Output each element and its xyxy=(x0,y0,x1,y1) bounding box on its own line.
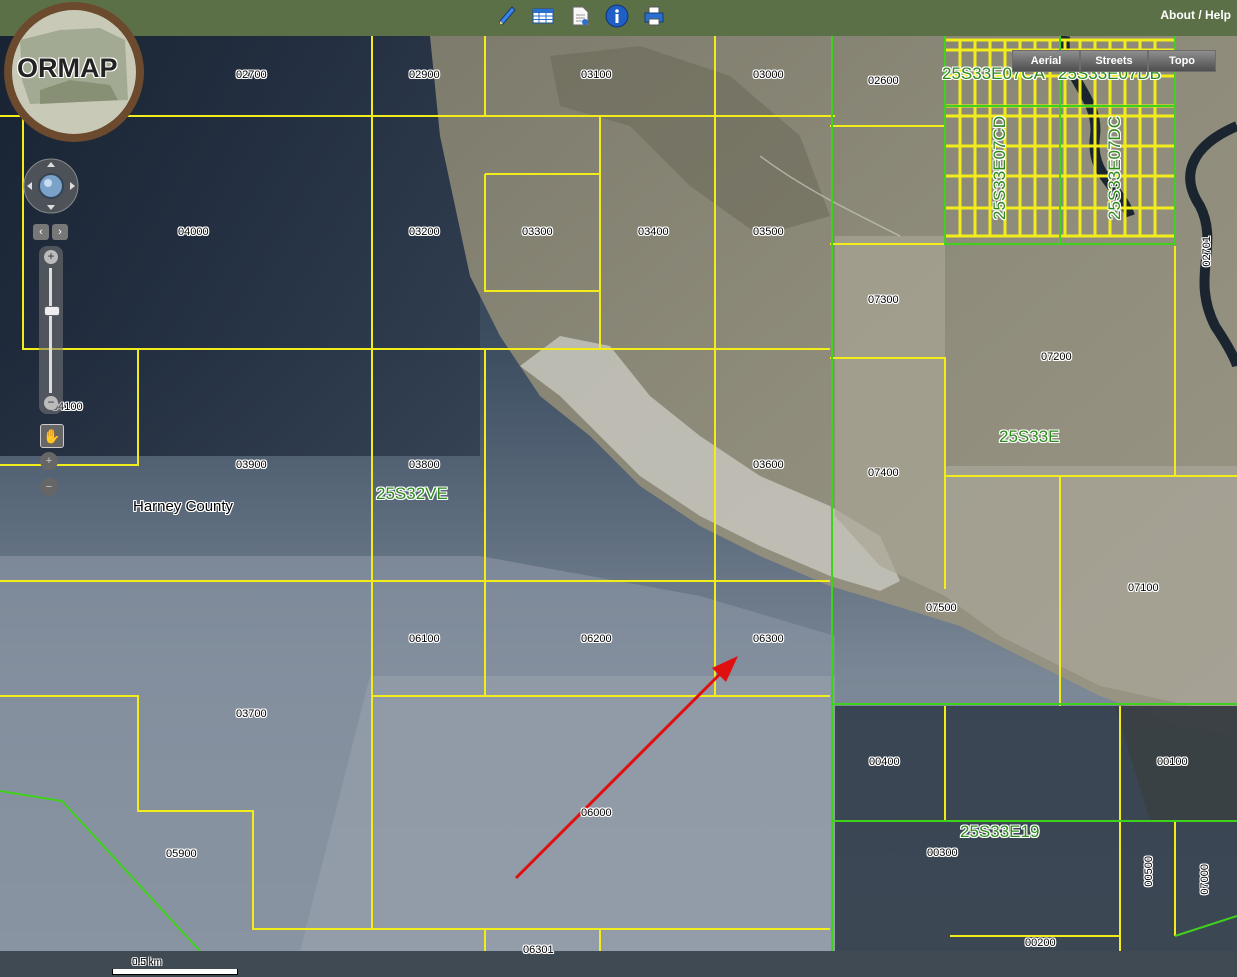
parcel-label[interactable]: 03900 xyxy=(236,459,267,471)
parcel-label[interactable]: 00200 xyxy=(1025,937,1056,949)
topo-button[interactable]: Topo xyxy=(1148,50,1216,72)
pan-hand-icon[interactable]: ✋ xyxy=(40,424,64,448)
streets-button[interactable]: Streets xyxy=(1080,50,1148,72)
parcel-label[interactable]: 04000 xyxy=(178,226,209,238)
top-toolbar: About / Help xyxy=(0,0,1237,36)
parcel-label[interactable]: 02600 xyxy=(868,75,899,87)
parcel-label[interactable]: 03500 xyxy=(753,226,784,238)
parcel-label[interactable]: 03700 xyxy=(236,708,267,720)
parcel-label[interactable]: 06100 xyxy=(409,633,440,645)
basemap-switcher: Aerial Streets Topo xyxy=(1012,50,1216,72)
parcel-label[interactable]: 03800 xyxy=(409,459,440,471)
aerial-button[interactable]: Aerial xyxy=(1012,50,1080,72)
parcel-label[interactable]: 07200 xyxy=(1041,351,1072,363)
zoom-in-button[interactable]: + xyxy=(44,250,58,264)
parcel-label[interactable]: 07100 xyxy=(1128,582,1159,594)
county-label: Harney County xyxy=(133,498,234,515)
pan-control[interactable] xyxy=(22,156,80,216)
parcel-label[interactable]: 03100 xyxy=(581,69,612,81)
info-icon[interactable] xyxy=(604,3,630,29)
section-label: 25S33E07CD xyxy=(990,116,1009,220)
parcel-label[interactable]: 02701 xyxy=(1201,236,1213,267)
zoom-box-in-icon[interactable]: + xyxy=(40,452,58,470)
parcel-label[interactable]: 06301 xyxy=(523,944,554,956)
parcel-label[interactable]: 00500 xyxy=(1143,856,1155,887)
parcel-label[interactable]: 07400 xyxy=(868,467,899,479)
parcel-label[interactable]: 07000 xyxy=(1199,864,1211,895)
logo-text: ORMAP xyxy=(17,53,118,83)
scale-label: 0.5 km xyxy=(132,957,163,968)
parcel-label[interactable]: 02900 xyxy=(409,69,440,81)
parcel-label[interactable]: 03400 xyxy=(638,226,669,238)
ormap-logo: ORMAP xyxy=(0,0,150,144)
rotate-left-button[interactable]: ‹ xyxy=(33,224,49,240)
parcel-label[interactable]: 03300 xyxy=(522,226,553,238)
aerial-imagery xyxy=(0,36,1237,951)
zoom-slider-handle[interactable] xyxy=(44,306,60,316)
zoom-box-out-icon[interactable]: − xyxy=(40,478,58,496)
parcel-label[interactable]: 00300 xyxy=(927,847,958,859)
parcel-label[interactable]: 00100 xyxy=(1157,756,1188,768)
parcel-label[interactable]: 06000 xyxy=(581,807,612,819)
parcel-label[interactable]: 00400 xyxy=(869,756,900,768)
map-view[interactable]: 02700 02900 03100 03000 02600 04000 0320… xyxy=(0,36,1237,975)
section-label: 25S32VE xyxy=(376,484,448,503)
printer-icon[interactable] xyxy=(641,3,667,29)
parcel-label[interactable]: 06300 xyxy=(753,633,784,645)
parcel-label[interactable]: 03200 xyxy=(409,226,440,238)
document-icon[interactable] xyxy=(567,3,593,29)
parcel-label[interactable]: 07500 xyxy=(926,602,957,614)
about-help-link[interactable]: About / Help xyxy=(1160,8,1231,22)
zoom-out-button[interactable]: − xyxy=(44,396,58,410)
parcel-label[interactable]: 05900 xyxy=(166,848,197,860)
parcel-label[interactable]: 02700 xyxy=(236,69,267,81)
scale-bar: 0.5 km xyxy=(112,957,238,977)
zoom-slider[interactable]: + − xyxy=(39,246,63,414)
parcel-label[interactable]: 03000 xyxy=(753,69,784,81)
section-label: 25S33E07DC xyxy=(1105,116,1124,220)
section-label: 25S33E xyxy=(999,427,1060,446)
table-icon[interactable] xyxy=(530,3,556,29)
pencil-icon[interactable] xyxy=(494,3,520,29)
rotate-right-button[interactable]: › xyxy=(52,224,68,240)
parcel-label[interactable]: 06200 xyxy=(581,633,612,645)
parcel-label[interactable]: 03600 xyxy=(753,459,784,471)
section-label: 25S33E19 xyxy=(960,822,1040,841)
parcel-label[interactable]: 07300 xyxy=(868,294,899,306)
